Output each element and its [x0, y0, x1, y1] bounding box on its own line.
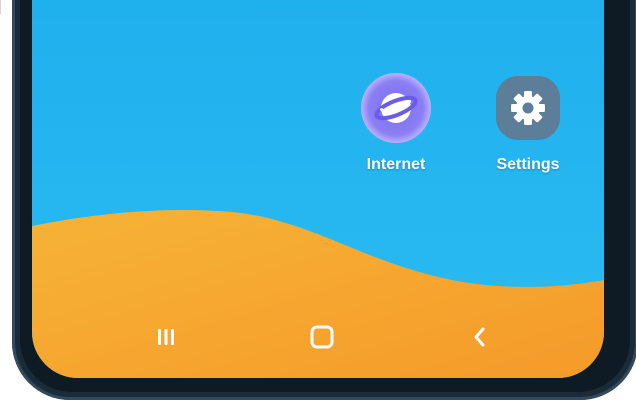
- back-icon: [474, 327, 485, 347]
- internet-app[interactable]: Internet: [350, 73, 442, 174]
- home-icon: [310, 325, 334, 349]
- internet-app-label: Internet: [366, 156, 426, 173]
- settings-app[interactable]: Settings: [482, 76, 574, 174]
- home-screen[interactable]: Internet Settings: [32, 0, 604, 378]
- settings-app-label: Settings: [496, 156, 560, 173]
- back-button[interactable]: [458, 322, 502, 352]
- recent-apps-icon: [158, 329, 174, 345]
- home-button[interactable]: [300, 322, 344, 352]
- screenshot-stage: Internet Settings: [0, 0, 636, 405]
- gear-icon: [496, 76, 560, 140]
- navigation-bar: [32, 300, 604, 370]
- internet-planet-icon: [361, 73, 431, 143]
- recent-apps-button[interactable]: [144, 322, 188, 352]
